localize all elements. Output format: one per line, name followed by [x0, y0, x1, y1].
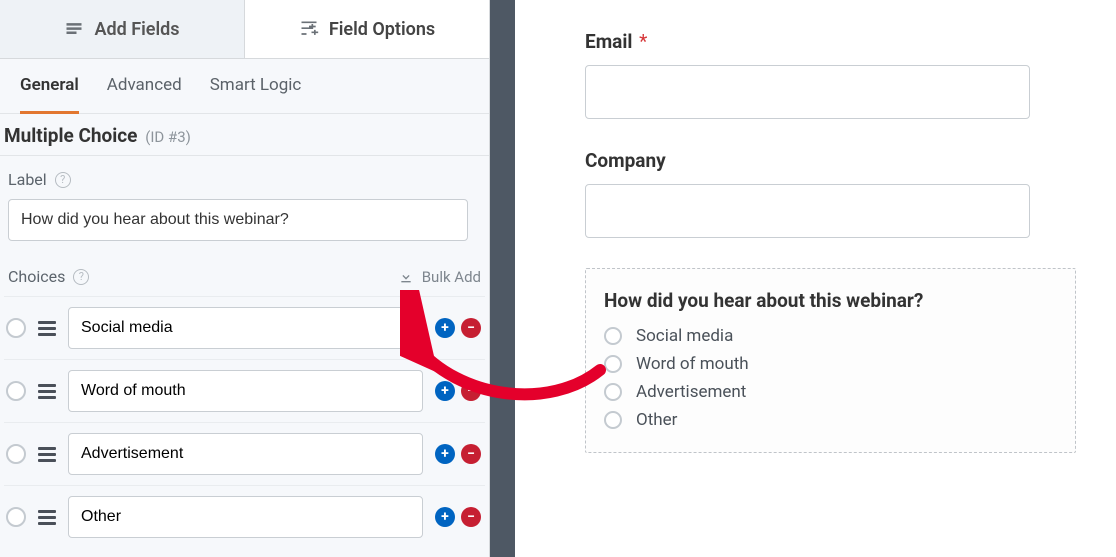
add-choice-button[interactable]: +	[435, 507, 455, 527]
label-heading: Label	[8, 170, 47, 189]
choice-input[interactable]	[68, 370, 423, 412]
drag-handle-icon[interactable]	[38, 447, 56, 462]
required-asterisk: *	[639, 30, 647, 53]
choices-header: Choices ? Bulk Add	[4, 251, 485, 296]
choice-row: + −	[4, 359, 485, 422]
form-preview: Email * Company How did you hear about t…	[515, 0, 1116, 557]
radio-option-label: Advertisement	[636, 382, 746, 402]
preview-radio-option[interactable]: Social media	[604, 326, 1057, 346]
panel-divider	[490, 0, 515, 557]
choice-row: + −	[4, 485, 485, 548]
choice-default-radio[interactable]	[6, 381, 26, 401]
radio-icon	[604, 355, 622, 373]
preview-question: How did you hear about this webinar?	[604, 289, 1057, 312]
label-input[interactable]	[8, 199, 468, 241]
preview-radio-option[interactable]: Other	[604, 410, 1057, 430]
drag-handle-icon[interactable]	[38, 321, 56, 336]
panel-tabbar: Add Fields Field Options	[0, 0, 489, 59]
preview-company-label: Company	[585, 149, 1076, 172]
field-id: (ID #3)	[145, 128, 191, 146]
subtab-general[interactable]: General	[20, 75, 79, 114]
download-icon	[398, 269, 414, 285]
help-icon[interactable]: ?	[73, 269, 89, 285]
bulk-add-label: Bulk Add	[422, 268, 481, 286]
field-options-icon	[299, 19, 319, 39]
drag-handle-icon[interactable]	[38, 510, 56, 525]
radio-icon	[604, 327, 622, 345]
field-options-panel: Add Fields Field Options General Advance…	[0, 0, 490, 557]
choices-heading: Choices	[8, 267, 65, 286]
tab-add-fields-label: Add Fields	[94, 19, 179, 40]
tab-add-fields[interactable]: Add Fields	[0, 0, 245, 58]
remove-choice-button[interactable]: −	[461, 444, 481, 464]
add-choice-button[interactable]: +	[435, 318, 455, 338]
preview-email-label: Email *	[585, 30, 1076, 53]
preview-email-field[interactable]: Email *	[585, 30, 1076, 119]
help-icon[interactable]: ?	[55, 172, 71, 188]
choice-row: + −	[4, 422, 485, 485]
choice-input[interactable]	[68, 496, 423, 538]
preview-company-field[interactable]: Company	[585, 149, 1076, 238]
remove-choice-button[interactable]: −	[461, 381, 481, 401]
radio-option-label: Other	[636, 410, 677, 430]
remove-choice-button[interactable]: −	[461, 507, 481, 527]
field-heading: Multiple Choice (ID #3)	[0, 114, 489, 156]
radio-icon	[604, 411, 622, 429]
choice-input[interactable]	[68, 307, 423, 349]
preview-radio-option[interactable]: Word of mouth	[604, 354, 1057, 374]
choice-input[interactable]	[68, 433, 423, 475]
preview-radio-option[interactable]: Advertisement	[604, 382, 1057, 402]
bulk-add-button[interactable]: Bulk Add	[398, 268, 481, 286]
add-choice-button[interactable]: +	[435, 381, 455, 401]
choice-default-radio[interactable]	[6, 318, 26, 338]
email-input[interactable]	[585, 65, 1030, 119]
add-fields-icon	[64, 19, 84, 39]
radio-option-label: Word of mouth	[636, 354, 749, 374]
field-type-title: Multiple Choice	[4, 124, 137, 147]
preview-radio-list: Social media Word of mouth Advertisement…	[604, 326, 1057, 430]
drag-handle-icon[interactable]	[38, 384, 56, 399]
subtab-advanced[interactable]: Advanced	[107, 75, 182, 105]
choice-default-radio[interactable]	[6, 444, 26, 464]
choice-row: + −	[4, 296, 485, 359]
email-label-text: Email	[585, 30, 632, 53]
preview-selected-multiple-choice[interactable]: How did you hear about this webinar? Soc…	[585, 268, 1076, 453]
radio-icon	[604, 383, 622, 401]
tab-field-options[interactable]: Field Options	[245, 0, 489, 58]
radio-option-label: Social media	[636, 326, 733, 346]
remove-choice-button[interactable]: −	[461, 318, 481, 338]
add-choice-button[interactable]: +	[435, 444, 455, 464]
company-input[interactable]	[585, 184, 1030, 238]
subtab-smart-logic[interactable]: Smart Logic	[210, 75, 302, 105]
setting-label: Label ?	[4, 156, 485, 251]
tab-field-options-label: Field Options	[329, 19, 435, 40]
choice-default-radio[interactable]	[6, 507, 26, 527]
subtabs: General Advanced Smart Logic	[0, 59, 489, 114]
